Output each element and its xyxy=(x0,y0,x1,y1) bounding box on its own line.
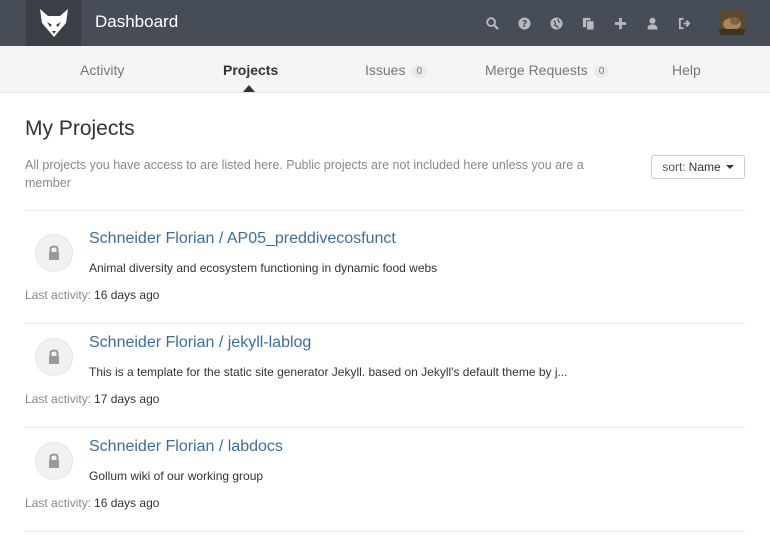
issues-count-badge: 0 xyxy=(411,65,428,78)
divider xyxy=(25,323,745,324)
svg-text:?: ? xyxy=(521,18,526,29)
last-activity-time: 16 days ago xyxy=(94,288,160,302)
help-icon[interactable]: ? xyxy=(508,13,540,33)
lock-icon xyxy=(35,234,73,272)
tab-projects[interactable]: Projects xyxy=(223,62,278,78)
last-activity-label: Last activity: xyxy=(25,496,92,510)
project-title-link[interactable]: Schneider Florian / AP05_preddivecosfunc… xyxy=(89,230,396,248)
lock-icon xyxy=(35,442,73,480)
tab-help[interactable]: Help xyxy=(672,62,701,78)
sort-dropdown[interactable]: sort: Name xyxy=(651,155,745,179)
divider xyxy=(25,427,745,428)
gitlab-logo[interactable] xyxy=(26,0,81,46)
tab-activity[interactable]: Activity xyxy=(80,62,124,78)
tab-merge-requests[interactable]: Merge Requests 0 xyxy=(485,62,610,78)
snippets-icon[interactable] xyxy=(572,13,604,33)
last-activity-label: Last activity: xyxy=(25,392,92,406)
project-item: Schneider Florian / labdocs Gollum wiki … xyxy=(25,430,745,534)
project-last-activity: Last activity: 16 days ago xyxy=(25,288,159,302)
tab-label: Issues xyxy=(365,62,406,78)
project-title-link[interactable]: Schneider Florian / labdocs xyxy=(89,438,283,456)
sort-prefix: sort: xyxy=(662,160,686,174)
tab-label: Activity xyxy=(80,62,125,78)
search-icon[interactable] xyxy=(476,13,508,33)
tab-label: Projects xyxy=(223,62,279,78)
project-last-activity: Last activity: 16 days ago xyxy=(25,496,159,510)
last-activity-label: Last activity: xyxy=(25,288,92,302)
project-description: Animal diversity and ecosystem functioni… xyxy=(89,261,438,275)
globe-icon[interactable] xyxy=(540,13,572,33)
tab-label: Merge Requests xyxy=(485,62,588,78)
project-description: This is a template for the static site g… xyxy=(89,365,568,379)
lock-icon xyxy=(35,338,73,376)
last-activity-time: 16 days ago xyxy=(94,496,160,510)
avatar-image xyxy=(719,9,745,35)
last-activity-time: 17 days ago xyxy=(94,392,160,406)
divider xyxy=(25,531,745,532)
plus-icon[interactable] xyxy=(604,13,636,33)
page-title: My Projects xyxy=(25,117,135,140)
header-icons: ? xyxy=(476,13,700,33)
user-avatar[interactable] xyxy=(719,9,745,35)
project-last-activity: Last activity: 17 days ago xyxy=(25,392,159,406)
project-title-link[interactable]: Schneider Florian / jekyll-lablog xyxy=(89,334,311,352)
merge-requests-count-badge: 0 xyxy=(593,65,610,78)
project-item: Schneider Florian / jekyll-lablog This i… xyxy=(25,326,745,430)
app-title: Dashboard xyxy=(95,12,179,31)
project-description: Gollum wiki of our working group xyxy=(89,469,264,483)
project-item: Schneider Florian / AP05_preddivecosfunc… xyxy=(25,222,745,326)
active-tab-caret xyxy=(243,85,255,92)
chevron-down-icon xyxy=(725,165,734,169)
profile-icon[interactable] xyxy=(636,13,668,33)
sort-value: Name xyxy=(688,160,721,174)
divider xyxy=(25,210,745,211)
page-description: All projects you have access to are list… xyxy=(25,158,584,190)
fox-logo-icon xyxy=(39,9,68,37)
logout-icon[interactable] xyxy=(668,13,700,33)
top-header: Dashboard ? xyxy=(0,0,770,46)
tab-issues[interactable]: Issues 0 xyxy=(365,62,428,78)
tab-label: Help xyxy=(672,62,701,78)
dashboard-nav: Activity Projects Issues 0 Merge Requests… xyxy=(0,46,770,93)
